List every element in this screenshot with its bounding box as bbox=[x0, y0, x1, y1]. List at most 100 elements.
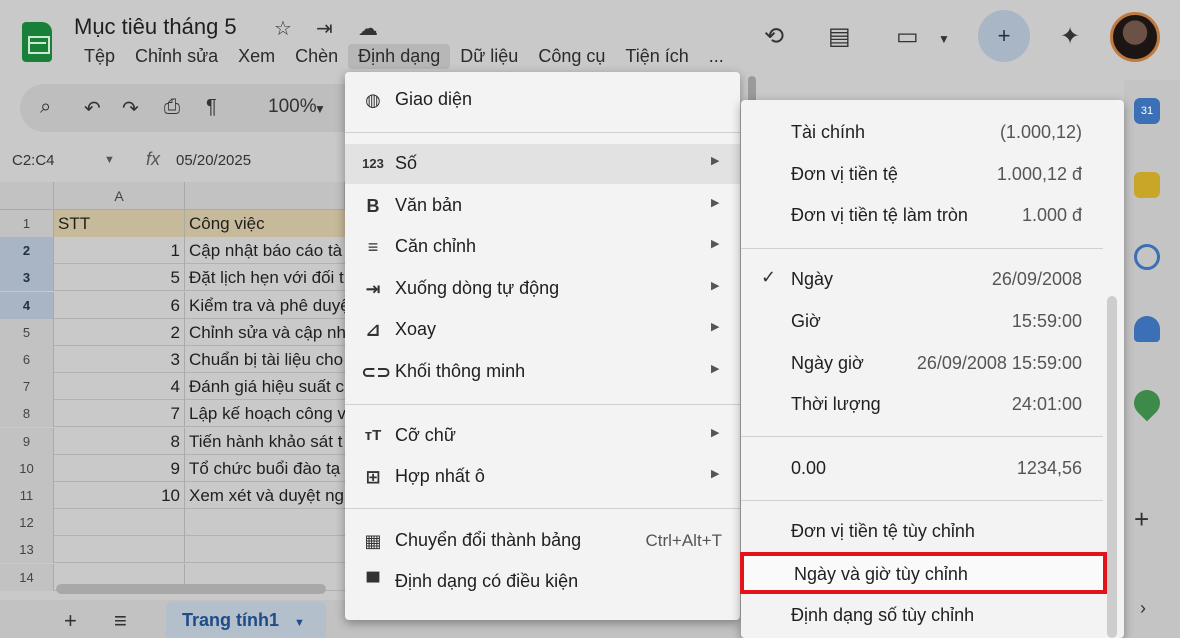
column-header-b[interactable] bbox=[185, 182, 345, 210]
menu-more[interactable]: ... bbox=[699, 44, 734, 69]
submenu-item-custom-datetime[interactable]: Ngày và giờ tùy chỉnh bbox=[740, 552, 1107, 594]
sheets-logo-icon[interactable] bbox=[22, 22, 52, 62]
row-number[interactable]: 6 bbox=[0, 346, 54, 373]
star-icon[interactable]: ☆ bbox=[274, 16, 292, 41]
row-number[interactable]: 1 bbox=[0, 210, 54, 237]
all-sheets-icon[interactable]: ≡ bbox=[114, 608, 127, 634]
cell-b[interactable]: Tiến hành khảo sát t bbox=[185, 428, 345, 455]
cell-b[interactable]: Chỉnh sửa và cập nh bbox=[185, 319, 345, 346]
contacts-icon[interactable] bbox=[1134, 316, 1160, 342]
menu-extensions[interactable]: Tiện ích bbox=[615, 44, 698, 69]
cell-a[interactable]: 3 bbox=[54, 346, 185, 373]
chevron-down-icon[interactable]: ▼ bbox=[314, 102, 326, 116]
menu-file[interactable]: Tệp bbox=[74, 44, 125, 69]
cell-a[interactable]: 9 bbox=[54, 455, 185, 482]
row-number[interactable]: 14 bbox=[0, 564, 54, 591]
submenu-item-datetime[interactable]: Ngày giờ 26/09/2008 15:59:00 bbox=[741, 343, 1124, 383]
menu-item-font-size[interactable]: тT Cỡ chữ ▶ bbox=[345, 416, 740, 456]
cell-b[interactable]: Kiểm tra và phê duyệ bbox=[185, 292, 345, 319]
formula-input[interactable]: 05/20/2025 bbox=[176, 152, 251, 169]
cell-a[interactable] bbox=[54, 509, 185, 536]
cell-a[interactable]: STT bbox=[54, 210, 185, 237]
submenu-item-currency-rounded[interactable]: Đơn vị tiền tệ làm tròn 1.000 đ bbox=[741, 195, 1124, 235]
cell-b[interactable]: Công việc bbox=[185, 210, 345, 237]
document-title[interactable]: Mục tiêu tháng 5 bbox=[74, 14, 237, 40]
cell-b[interactable]: Cập nhật báo cáo tà bbox=[185, 237, 345, 264]
add-addon-icon[interactable]: + bbox=[1134, 504, 1149, 535]
menu-item-number[interactable]: 123 Số ▶ bbox=[345, 144, 740, 184]
cloud-status-icon[interactable]: ☁ bbox=[358, 16, 378, 41]
menu-item-text[interactable]: B Văn bản ▶ bbox=[345, 186, 740, 226]
cell-b[interactable] bbox=[185, 536, 345, 563]
menu-item-alignment[interactable]: ≡ Căn chỉnh ▶ bbox=[345, 227, 740, 267]
search-icon[interactable]: ⌕ bbox=[40, 96, 51, 119]
submenu-item-duration[interactable]: Thời lượng 24:01:00 bbox=[741, 384, 1124, 424]
submenu-scrollbar[interactable] bbox=[1107, 296, 1117, 638]
tasks-icon[interactable] bbox=[1134, 244, 1160, 270]
menu-item-convert-to-table[interactable]: ▦ Chuyển đổi thành bảng Ctrl+Alt+T bbox=[345, 521, 740, 561]
meet-video-icon[interactable]: ▭ bbox=[896, 22, 919, 51]
submenu-item-time[interactable]: Giờ 15:59:00 bbox=[741, 301, 1124, 341]
paint-format-icon[interactable]: ¶ bbox=[206, 96, 217, 119]
cell-a[interactable]: 4 bbox=[54, 373, 185, 400]
horizontal-scrollbar[interactable] bbox=[56, 584, 326, 594]
chevron-down-icon[interactable]: ▼ bbox=[294, 617, 305, 629]
cell-b[interactable]: Đánh giá hiệu suất c bbox=[185, 373, 345, 400]
avatar[interactable] bbox=[1110, 12, 1160, 62]
menu-format[interactable]: Định dạng bbox=[348, 44, 450, 69]
menu-view[interactable]: Xem bbox=[228, 44, 285, 69]
cell-b[interactable]: Chuẩn bị tài liệu cho bbox=[185, 346, 345, 373]
row-number[interactable]: 13 bbox=[0, 536, 54, 563]
row-number[interactable]: 9 bbox=[0, 428, 54, 455]
row-number[interactable]: 7 bbox=[0, 373, 54, 400]
menu-item-conditional-formatting[interactable]: ▀ Định dạng có điều kiện bbox=[345, 562, 740, 602]
row-number[interactable]: 10 bbox=[0, 455, 54, 482]
gemini-sparkle-icon[interactable]: ✦ bbox=[1060, 22, 1080, 51]
submenu-item-finance[interactable]: Tài chính (1.000,12) bbox=[741, 112, 1124, 152]
chevron-down-icon[interactable]: ▼ bbox=[104, 154, 115, 166]
submenu-item-currency[interactable]: Đơn vị tiền tệ 1.000,12 đ bbox=[741, 154, 1124, 194]
row-number[interactable]: 12 bbox=[0, 509, 54, 536]
submenu-item-custom-currency[interactable]: Đơn vị tiền tệ tùy chỉnh bbox=[741, 511, 1124, 551]
cell-a[interactable]: 7 bbox=[54, 400, 185, 427]
cell-a[interactable]: 5 bbox=[54, 264, 185, 291]
submenu-item-date[interactable]: ✓ Ngày 26/09/2008 bbox=[741, 259, 1124, 299]
select-all-corner[interactable] bbox=[0, 182, 54, 210]
share-button[interactable]: + bbox=[978, 10, 1030, 62]
menu-item-smart-chips[interactable]: ⊂⊃ Khối thông minh ▶ bbox=[345, 352, 740, 392]
add-sheet-icon[interactable]: + bbox=[64, 608, 77, 634]
row-number[interactable]: 4 bbox=[0, 292, 54, 319]
menu-item-wrapping[interactable]: ⇥ Xuống dòng tự động ▶ bbox=[345, 269, 740, 309]
menu-insert[interactable]: Chèn bbox=[285, 44, 348, 69]
zoom-select[interactable]: 100% bbox=[268, 96, 317, 118]
cell-b[interactable]: Lập kế hoạch công v bbox=[185, 400, 345, 427]
menu-item-rotation[interactable]: ⊿ Xoay ▶ bbox=[345, 310, 740, 350]
row-number[interactable]: 2 bbox=[0, 237, 54, 264]
menu-item-merge-cells[interactable]: ⊞ Hợp nhất ô ▶ bbox=[345, 457, 740, 497]
history-icon[interactable]: ⟲ bbox=[764, 22, 784, 51]
cell-a[interactable]: 1 bbox=[54, 237, 185, 264]
row-number[interactable]: 5 bbox=[0, 319, 54, 346]
column-header-a[interactable]: A bbox=[54, 182, 185, 210]
menu-edit[interactable]: Chỉnh sửa bbox=[125, 44, 228, 69]
name-box[interactable]: C2:C4 bbox=[12, 152, 55, 169]
undo-icon[interactable]: ↶ bbox=[84, 96, 101, 121]
cell-b[interactable]: Tổ chức buổi đào tạ bbox=[185, 455, 345, 482]
cell-a[interactable]: 2 bbox=[54, 319, 185, 346]
submenu-item-custom-number[interactable]: Định dạng số tùy chỉnh bbox=[741, 595, 1124, 635]
cell-a[interactable]: 6 bbox=[54, 292, 185, 319]
comments-icon[interactable]: ▤ bbox=[828, 22, 851, 51]
cell-b[interactable]: Đặt lịch hẹn với đối t bbox=[185, 264, 345, 291]
cell-b[interactable] bbox=[185, 509, 345, 536]
row-number[interactable]: 3 bbox=[0, 264, 54, 291]
chevron-right-icon[interactable]: › bbox=[1140, 598, 1146, 619]
menu-item-theme[interactable]: ◍ Giao diện bbox=[345, 80, 740, 120]
row-number[interactable]: 8 bbox=[0, 400, 54, 427]
submenu-item-decimal[interactable]: 0.00 1234,56 bbox=[741, 448, 1124, 488]
cell-a[interactable]: 8 bbox=[54, 428, 185, 455]
move-folder-icon[interactable]: ⇥ bbox=[316, 16, 333, 41]
cell-a[interactable] bbox=[54, 536, 185, 563]
row-number[interactable]: 11 bbox=[0, 482, 54, 509]
keep-icon[interactable] bbox=[1134, 172, 1160, 198]
menu-data[interactable]: Dữ liệu bbox=[450, 44, 528, 69]
